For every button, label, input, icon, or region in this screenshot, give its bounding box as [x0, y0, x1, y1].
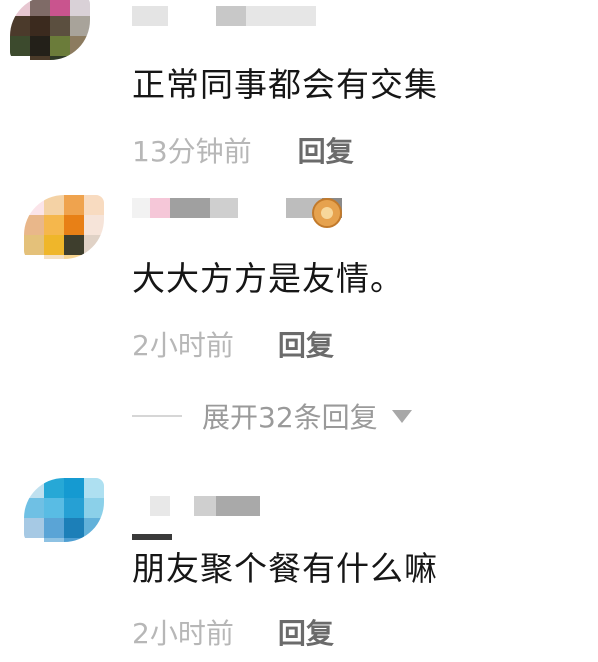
- avatar-pixel: [44, 538, 64, 542]
- avatar-mosaic: [24, 478, 104, 542]
- avatar-pixel: [84, 478, 104, 498]
- comment-text: 朋友聚个餐有什么嘛: [132, 549, 438, 588]
- comment-time: 2小时前: [132, 617, 234, 650]
- avatar-pixel: [64, 498, 84, 518]
- avatar-pixel: [24, 478, 44, 498]
- avatar-pixel: [64, 538, 84, 542]
- avatar-pixel: [44, 498, 64, 518]
- avatar-pixel: [64, 518, 84, 538]
- avatar-pixel: [64, 478, 84, 498]
- avatar-pixel: [24, 498, 44, 518]
- reply-button[interactable]: 回复: [278, 612, 334, 652]
- avatar-pixel: [44, 478, 64, 498]
- avatar-pixel: [84, 498, 104, 518]
- avatar-pixel: [44, 518, 64, 538]
- username-blur-underline: [132, 534, 172, 540]
- avatar-pixel: [24, 538, 44, 542]
- comment-item: 朋友聚个餐有什么嘛 2小时前 回复: [0, 0, 598, 662]
- avatar-pixel: [84, 538, 104, 542]
- avatar-pixel: [24, 518, 44, 538]
- avatar-pixel: [84, 518, 104, 538]
- avatar[interactable]: [24, 478, 104, 542]
- username-blurred[interactable]: [132, 494, 260, 518]
